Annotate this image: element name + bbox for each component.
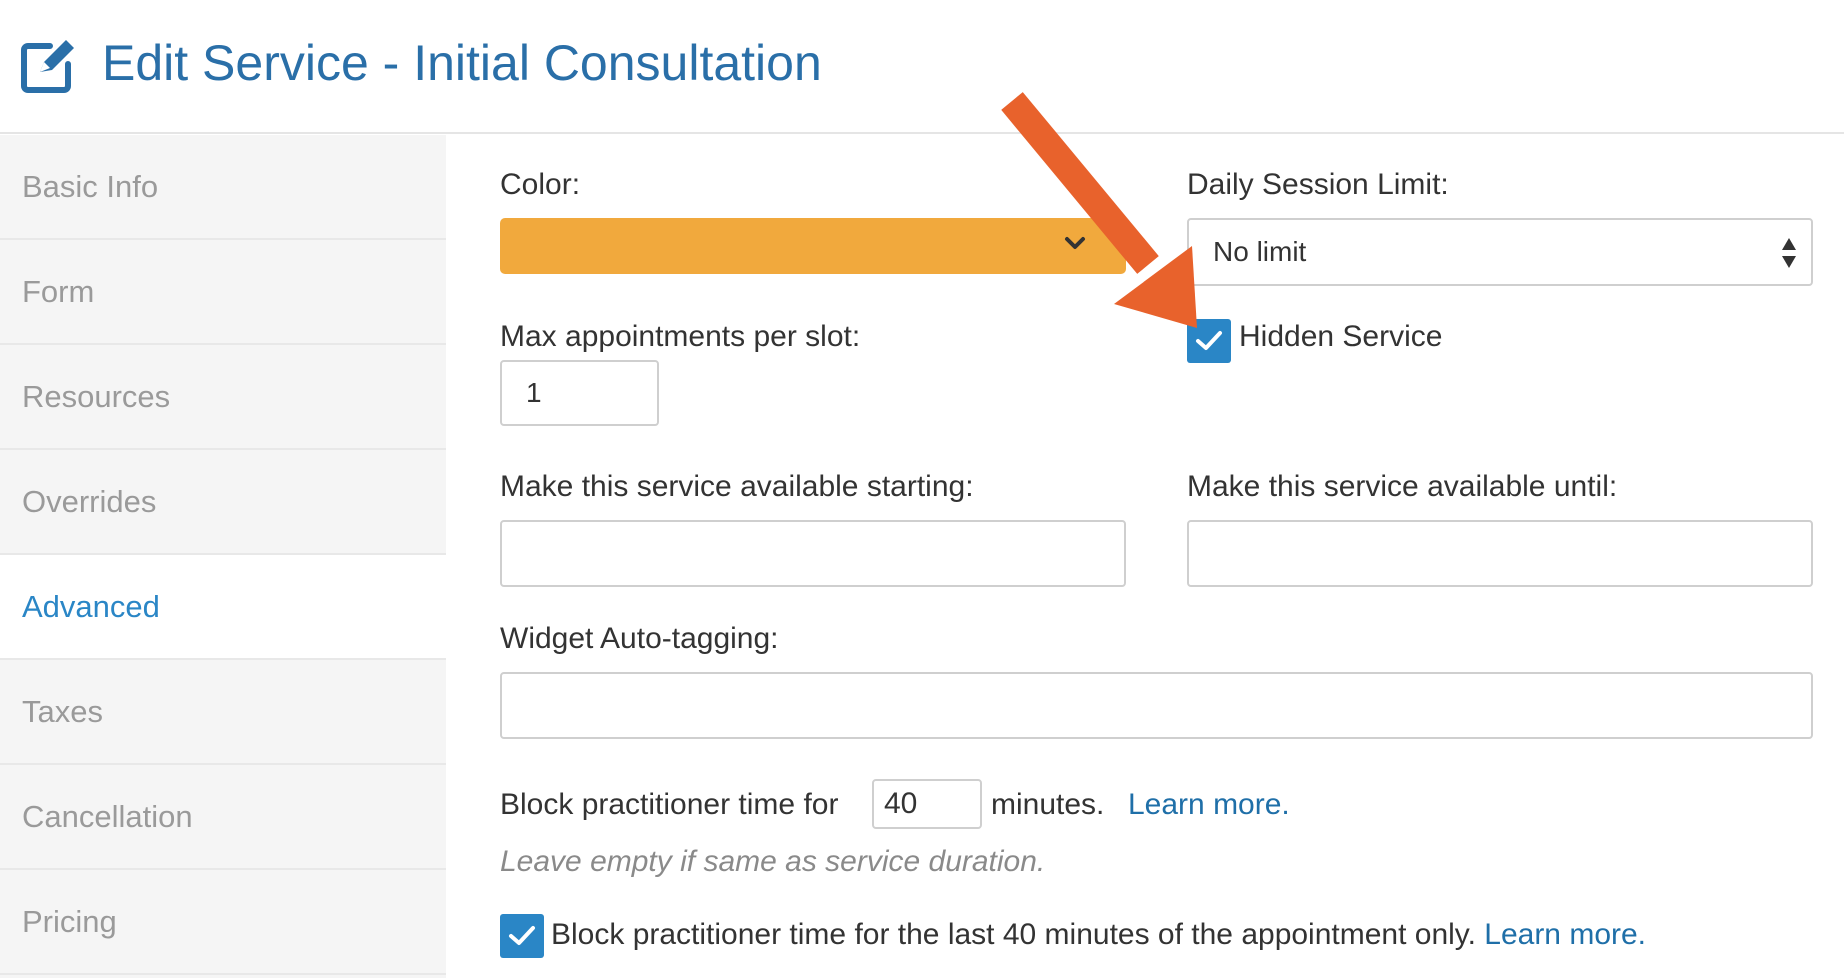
sidebar-nav: Basic Info Form Resources Overrides Adva… [0, 135, 446, 978]
sidebar-item-resources[interactable]: Resources [0, 345, 446, 450]
block-time-value: 40 [884, 787, 918, 820]
available-until-label: Make this service available until: [1187, 470, 1618, 503]
max-appointments-label: Max appointments per slot: [500, 320, 861, 353]
block-time-suffix: minutes. [991, 788, 1105, 821]
sidebar-item-advanced[interactable]: Advanced [0, 555, 446, 660]
daily-session-limit-select[interactable]: No limit [1187, 218, 1813, 286]
block-time-hint: Leave empty if same as service duration. [500, 845, 1046, 878]
available-starting-input[interactable] [500, 520, 1126, 587]
available-starting-label: Make this service available starting: [500, 470, 974, 503]
daily-session-limit-label: Daily Session Limit: [1187, 168, 1449, 201]
daily-session-limit-value: No limit [1213, 236, 1307, 267]
hidden-service-label: Hidden Service [1239, 320, 1443, 353]
block-last-minutes-checkbox[interactable] [500, 914, 544, 958]
sidebar-item-basic-info[interactable]: Basic Info [0, 135, 446, 240]
sidebar-item-form[interactable]: Form [0, 240, 446, 345]
block-time-input[interactable]: 40 [872, 779, 982, 829]
block-last-learn-more-link[interactable]: Learn more. [1484, 918, 1646, 951]
page-header: Edit Service - Initial Consultation [0, 0, 1844, 134]
block-time-learn-more-link[interactable]: Learn more. [1128, 788, 1290, 822]
auto-tagging-input[interactable] [500, 672, 1813, 739]
checkmark-icon [509, 926, 535, 945]
sidebar-item-taxes[interactable]: Taxes [0, 660, 446, 765]
select-arrows-icon [1782, 238, 1796, 268]
block-time-prefix: Block practitioner time for [500, 788, 839, 821]
annotation-arrow-icon [1001, 92, 1197, 328]
edit-icon [21, 40, 74, 93]
sidebar-item-overrides[interactable]: Overrides [0, 450, 446, 555]
block-last-minutes-text: Block practitioner time for the last 40 … [551, 918, 1476, 951]
auto-tagging-label: Widget Auto-tagging: [500, 622, 779, 655]
sidebar-item-cancellation[interactable]: Cancellation [0, 765, 446, 870]
available-until-input[interactable] [1187, 520, 1813, 587]
block-last-minutes-label: Block practitioner time for the last 40 … [551, 918, 1646, 952]
color-label: Color: [500, 168, 581, 201]
max-appointments-value: 1 [526, 377, 542, 408]
sidebar-item-pricing[interactable]: Pricing [0, 870, 446, 975]
max-appointments-input[interactable]: 1 [500, 360, 659, 426]
page-title: Edit Service - Initial Consultation [102, 35, 822, 91]
